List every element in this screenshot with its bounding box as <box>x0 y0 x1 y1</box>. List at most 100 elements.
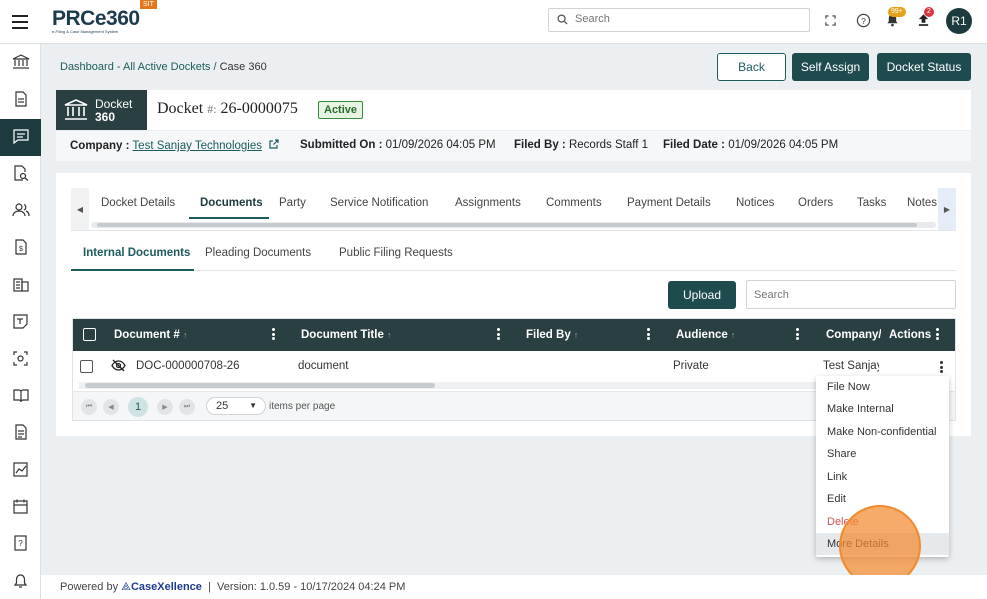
prev-page-icon[interactable]: ◀ <box>103 399 119 415</box>
cell-document-no[interactable]: DOC-000000708-26 <box>136 360 240 372</box>
row-checkbox[interactable] <box>80 360 93 373</box>
page-size-value: 25 <box>216 400 229 412</box>
tab-orders[interactable]: Orders <box>798 197 833 209</box>
column-company[interactable]: Company/I <box>826 329 881 341</box>
tab-scroll-left[interactable]: ◀ <box>71 188 89 230</box>
subtab-public-filing-requests[interactable]: Public Filing Requests <box>339 247 453 259</box>
tab-service-notification[interactable]: Service Notification <box>330 197 428 209</box>
grid-header: Document # ↑ Document Title ↑ Filed By ↑ Au… <box>73 319 955 351</box>
first-page-icon[interactable]: ⏮ <box>81 399 97 415</box>
filed-date-field: Filed Date : 01/09/2026 04:05 PM <box>663 139 838 151</box>
page-size-select[interactable]: 25 ▼ <box>206 397 266 415</box>
row-actions-icon[interactable] <box>940 361 943 373</box>
sidebar-item-scan[interactable] <box>0 341 41 378</box>
submitted-value: 01/09/2026 04:05 PM <box>385 139 496 151</box>
column-document-title[interactable]: Document Title ↑ <box>301 329 391 341</box>
sidebar-item-home[interactable] <box>0 45 41 82</box>
chat-icon <box>12 128 29 147</box>
docket-meta: Company : Test Sanjay Technologies Submi… <box>56 131 971 161</box>
powered-by-label: Powered by <box>60 581 119 593</box>
tab-notes[interactable]: Notes <box>907 197 937 209</box>
subtab-internal-documents[interactable]: Internal Documents <box>83 247 190 259</box>
sidebar-item-help[interactable]: ? <box>0 526 41 563</box>
external-link-icon[interactable] <box>269 139 279 152</box>
docket-status-button[interactable]: Docket Status <box>877 53 971 81</box>
subtab-pleading-documents[interactable]: Pleading Documents <box>205 247 311 259</box>
tab-party[interactable]: Party <box>279 197 306 209</box>
sidebar-item-payments[interactable]: $ <box>0 230 41 267</box>
sidebar-item-organizations[interactable] <box>0 267 41 304</box>
menu-icon[interactable] <box>12 15 28 29</box>
tabs-scrollbar[interactable] <box>91 222 936 228</box>
env-badge: SIT <box>140 0 157 9</box>
tab-notices[interactable]: Notices <box>736 197 774 209</box>
svg-text:$: $ <box>19 246 23 253</box>
scan-face-icon <box>13 350 28 369</box>
company-link[interactable]: Test Sanjay Technologies <box>132 140 262 152</box>
column-menu-icon[interactable] <box>936 328 939 340</box>
tab-comments[interactable]: Comments <box>546 197 602 209</box>
cell-company: Test Sanjay <box>823 360 879 372</box>
column-menu-icon[interactable] <box>272 328 275 340</box>
self-assign-button[interactable]: Self Assign <box>792 53 869 81</box>
grid-search-input[interactable] <box>746 280 956 309</box>
sidebar-item-alerts[interactable] <box>0 563 41 599</box>
document-subtabs: Internal Documents Pleading Documents Pu… <box>71 237 956 271</box>
avatar[interactable]: R1 <box>946 8 972 34</box>
help-book-icon: ? <box>13 535 28 554</box>
menu-item-edit[interactable]: Edit <box>816 488 949 510</box>
fullscreen-icon[interactable] <box>822 12 838 28</box>
next-page-icon[interactable]: ▶ <box>157 399 173 415</box>
tab-docket-details[interactable]: Docket Details <box>101 197 175 209</box>
back-button[interactable]: Back <box>717 53 786 81</box>
tab-scroll-right[interactable]: ▶ <box>938 188 956 230</box>
tab-payment-details[interactable]: Payment Details <box>627 197 711 209</box>
sidebar-item-documents[interactable] <box>0 82 41 119</box>
breadcrumb-link[interactable]: Dashboard - All Active Dockets <box>60 61 210 73</box>
column-filed-by[interactable]: Filed By ↑ <box>526 329 578 341</box>
column-audience[interactable]: Audience ↑ <box>676 329 735 341</box>
current-page[interactable]: 1 <box>128 397 148 417</box>
notifications-badge: 99+ <box>888 7 906 17</box>
alarm-icon <box>13 573 28 591</box>
app-logo[interactable]: PRCe360 e-Filing & Case Management Syste… <box>52 8 140 34</box>
sidebar-item-notes[interactable] <box>0 304 41 341</box>
menu-item-file-now[interactable]: File Now <box>816 376 949 398</box>
select-all-checkbox[interactable] <box>83 328 96 341</box>
column-menu-icon[interactable] <box>796 328 799 340</box>
menu-item-share[interactable]: Share <box>816 443 949 465</box>
column-menu-icon[interactable] <box>497 328 500 340</box>
tab-tasks[interactable]: Tasks <box>857 197 886 209</box>
column-menu-icon[interactable] <box>647 328 650 340</box>
logo-text: PRCe360 <box>52 7 140 30</box>
menu-item-make-non-confidential[interactable]: Make Non-confidential <box>816 421 949 443</box>
docket-badge-number: 360 <box>95 110 116 124</box>
users-icon <box>11 203 30 220</box>
help-icon[interactable]: ? <box>855 12 871 28</box>
global-search-input[interactable] <box>575 13 800 25</box>
filed-date-label: Filed Date : <box>663 139 725 151</box>
menu-item-link[interactable]: Link <box>816 466 949 488</box>
search-icon <box>557 14 568 28</box>
menu-item-make-internal[interactable]: Make Internal <box>816 398 949 420</box>
menu-item-more-details[interactable]: More Details <box>816 533 949 555</box>
global-search[interactable] <box>548 8 810 32</box>
sort-arrow-icon: ↑ <box>386 330 392 340</box>
tab-documents[interactable]: Documents <box>200 197 263 209</box>
sidebar-item-files[interactable] <box>0 415 41 452</box>
menu-item-delete[interactable]: Delete <box>816 511 949 533</box>
active-tab-indicator <box>189 217 269 219</box>
sidebar-item-users[interactable] <box>0 193 41 230</box>
sidebar-item-reports[interactable] <box>0 452 41 489</box>
file-icon <box>14 424 28 443</box>
upload-button[interactable]: Upload <box>668 281 736 309</box>
search-document-icon <box>13 165 29 184</box>
sidebar-item-dockets[interactable] <box>0 119 41 156</box>
column-document-no[interactable]: Document # ↑ <box>114 329 187 341</box>
sidebar-item-search[interactable] <box>0 156 41 193</box>
last-page-icon[interactable]: ⏭ <box>179 399 195 415</box>
sidebar-item-calendar[interactable] <box>0 489 41 526</box>
sidebar-item-library[interactable] <box>0 378 41 415</box>
tab-assignments[interactable]: Assignments <box>455 197 521 209</box>
docket-hash: #: <box>207 102 217 116</box>
